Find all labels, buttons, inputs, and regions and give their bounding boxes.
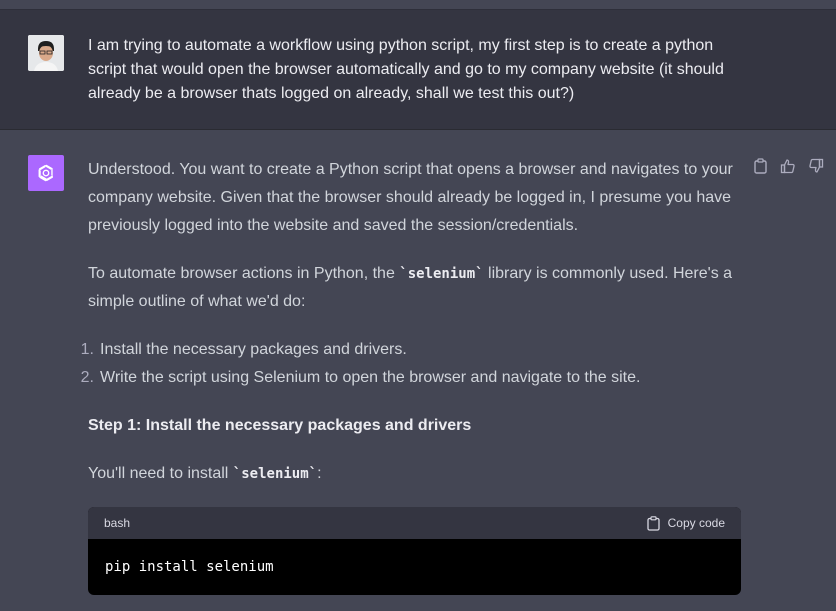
thumbs-up-button[interactable] <box>780 158 796 174</box>
user-message-row: I am trying to automate a workflow using… <box>0 9 836 130</box>
list-item: 2. Write the script using Selenium to op… <box>81 364 738 392</box>
user-message-text: I am trying to automate a workflow using… <box>88 37 724 102</box>
copy-code-label: Copy code <box>667 516 725 530</box>
clipboard-icon <box>646 515 660 531</box>
code-block-header: bash Copy code <box>88 507 741 539</box>
thumbs-up-icon <box>780 159 795 174</box>
assistant-avatar <box>28 155 64 191</box>
inline-code-selenium: `selenium` <box>399 266 484 282</box>
code-block: bash Copy code pip install selenium <box>88 507 741 595</box>
message-actions <box>752 158 824 174</box>
paragraph-2-text-start: To automate browser actions in Python, t… <box>88 265 400 282</box>
openai-logo-icon <box>38 164 54 182</box>
assistant-message-row: Understood. You want to create a Python … <box>0 130 836 611</box>
list-item: 1. Install the necessary packages and dr… <box>81 336 738 364</box>
step-1-heading: Step 1: Install the necessary packages a… <box>88 417 472 434</box>
inline-code-selenium: `selenium` <box>232 466 318 482</box>
paragraph-3-text-end: : <box>317 465 322 482</box>
code-content: pip install selenium <box>105 559 274 575</box>
paragraph-3-text-start: You'll need to install <box>88 465 233 482</box>
user-avatar <box>28 35 64 71</box>
clipboard-icon <box>753 158 767 174</box>
thumbs-down-button[interactable] <box>808 158 824 174</box>
copy-code-button[interactable]: Copy code <box>646 515 725 531</box>
assistant-paragraph-3: You'll need to install `selenium`: <box>88 460 322 488</box>
assistant-paragraph-1: Understood. You want to create a Python … <box>88 161 733 234</box>
code-language-label: bash <box>104 516 131 530</box>
list-item-number: 1. <box>80 341 94 358</box>
user-avatar-image <box>28 35 64 71</box>
assistant-paragraph-2: To automate browser actions in Python, t… <box>88 260 738 316</box>
steps-list: 1. Install the necessary packages and dr… <box>81 336 738 392</box>
list-item-text: Install the necessary packages and drive… <box>100 341 407 358</box>
list-item-number: 2. <box>80 369 94 386</box>
copy-message-button[interactable] <box>752 158 768 174</box>
thumbs-down-icon <box>809 158 824 173</box>
list-item-text: Write the script using Selenium to open … <box>100 369 641 386</box>
top-strip <box>0 0 836 9</box>
